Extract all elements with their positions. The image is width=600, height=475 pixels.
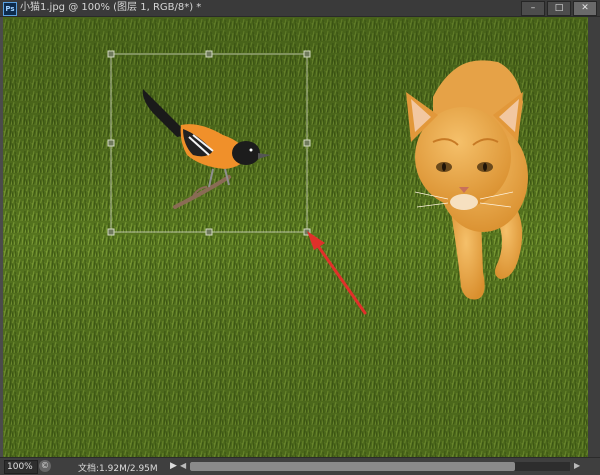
vertical-scrollbar[interactable] xyxy=(588,17,600,457)
restore-button[interactable]: □ xyxy=(547,1,571,16)
document-size: 文档:1.92M/2.95M xyxy=(78,464,158,474)
transform-handle-icon[interactable] xyxy=(303,50,311,58)
transform-handle-icon[interactable] xyxy=(107,50,115,58)
status-bar: 100% © 文档:1.92M/2.95M ▶ ◀ ▶ xyxy=(0,457,600,475)
status-menu-arrow-icon[interactable]: ▶ xyxy=(170,461,177,471)
zoom-level-field[interactable]: 100% xyxy=(4,460,38,474)
title-bar: Ps 小猫1.jpg @ 100% (图层 1, RGB/8*) * – □ ✕ xyxy=(0,0,600,17)
close-button[interactable]: ✕ xyxy=(573,1,597,16)
transform-handle-icon[interactable] xyxy=(205,228,213,236)
canvas-image xyxy=(3,17,588,457)
horizontal-scroll-thumb[interactable] xyxy=(190,462,515,471)
photoshop-document-window: Ps 小猫1.jpg @ 100% (图层 1, RGB/8*) * – □ ✕ xyxy=(0,0,600,475)
transform-handle-icon[interactable] xyxy=(303,139,311,147)
transform-handle-icon[interactable] xyxy=(205,50,213,58)
transform-handle-icon[interactable] xyxy=(107,139,115,147)
scroll-left-icon[interactable]: ◀ xyxy=(180,461,186,470)
document-title: 小猫1.jpg @ 100% (图层 1, RGB/8*) * xyxy=(20,2,202,13)
transform-handle-icon[interactable] xyxy=(107,228,115,236)
window-controls: – □ ✕ xyxy=(521,1,597,16)
document-canvas[interactable] xyxy=(3,17,588,457)
status-info-icon[interactable]: © xyxy=(39,460,51,472)
scroll-right-icon[interactable]: ▶ xyxy=(574,461,580,470)
minimize-button[interactable]: – xyxy=(521,1,545,16)
photoshop-icon: Ps xyxy=(3,2,17,16)
